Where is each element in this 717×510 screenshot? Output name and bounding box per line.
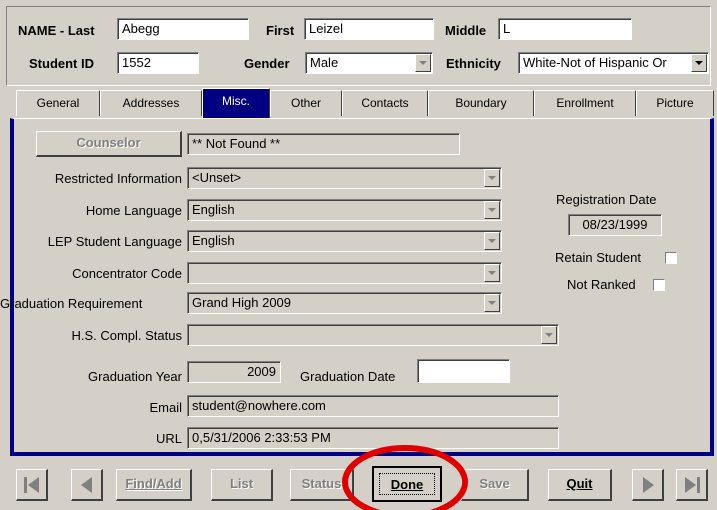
- lep-language-value: English: [192, 233, 235, 248]
- gender-select[interactable]: Male: [305, 52, 433, 74]
- ethnicity-select[interactable]: White-Not of Hispanic Or: [518, 52, 709, 74]
- tab-enrollment[interactable]: Enrollment: [534, 90, 636, 116]
- restricted-info-value: <Unset>: [192, 170, 242, 185]
- first-name-field[interactable]: Leizel: [304, 18, 434, 40]
- restricted-info-label: Restricted Information: [54, 171, 182, 186]
- url-label: URL: [155, 431, 182, 446]
- graduation-date-field[interactable]: [417, 359, 510, 383]
- first-record-icon: [23, 476, 39, 493]
- graduation-requirement-value: Grand High 2009: [192, 295, 292, 310]
- email-field: student@nowhere.com: [187, 395, 559, 417]
- counselor-value-field: ** Not Found **: [187, 133, 460, 155]
- ethnicity-value: White-Not of Hispanic Or: [523, 55, 667, 70]
- student-id-label: Student ID: [29, 56, 94, 71]
- prev-record-icon: [80, 476, 92, 493]
- tab-misc[interactable]: Misc.: [202, 88, 270, 118]
- lep-language-label: LEP Student Language: [47, 234, 182, 249]
- first-label: First: [266, 23, 295, 38]
- tab-picture[interactable]: Picture: [636, 90, 714, 116]
- home-language-value: English: [192, 202, 235, 217]
- prev-record-button[interactable]: [71, 469, 103, 501]
- gender-value: Male: [310, 55, 339, 70]
- chevron-down-icon[interactable]: [484, 201, 500, 219]
- retain-student-checkbox[interactable]: [665, 252, 677, 264]
- hs-compl-status-select[interactable]: [187, 324, 559, 346]
- graduation-requirement-label: Graduation Requirement: [0, 296, 143, 311]
- list-button[interactable]: List: [211, 469, 273, 501]
- lep-language-select[interactable]: English: [187, 230, 502, 252]
- ethnicity-label: Ethnicity: [446, 56, 501, 71]
- chevron-down-icon[interactable]: [415, 54, 431, 72]
- middle-label: Middle: [445, 23, 487, 38]
- tab-addresses[interactable]: Addresses: [100, 90, 202, 116]
- find-add-button[interactable]: Find/Add: [116, 469, 192, 501]
- url-field: 0,5/31/2006 2:33:53 PM: [187, 427, 559, 449]
- retain-student-label: Retain Student: [555, 250, 642, 265]
- graduation-year-field: 2009: [187, 361, 281, 383]
- tab-boundary[interactable]: Boundary: [428, 90, 534, 116]
- email-label: Email: [149, 400, 182, 415]
- not-ranked-checkbox[interactable]: [653, 279, 665, 291]
- tab-contacts[interactable]: Contacts: [342, 90, 428, 116]
- middle-name-field[interactable]: L: [498, 18, 632, 40]
- counselor-button[interactable]: Counselor: [36, 131, 182, 157]
- chevron-down-icon[interactable]: [541, 326, 557, 344]
- save-button[interactable]: Save: [461, 469, 529, 501]
- restricted-info-select[interactable]: <Unset>: [187, 167, 502, 189]
- concentrator-code-select[interactable]: [187, 262, 502, 284]
- registration-date-field: 08/23/1999: [568, 214, 662, 236]
- registration-date-label: Registration Date: [556, 192, 657, 207]
- graduation-year-label: Graduation Year: [88, 369, 182, 384]
- done-button-focus: Done: [379, 473, 435, 495]
- first-record-button[interactable]: [16, 469, 48, 501]
- chevron-down-icon[interactable]: [484, 232, 500, 250]
- status-button[interactable]: Status: [290, 469, 354, 501]
- tab-other[interactable]: Other: [270, 90, 342, 116]
- graduation-requirement-select[interactable]: Grand High 2009: [187, 292, 502, 314]
- chevron-down-icon[interactable]: [484, 264, 500, 282]
- hs-compl-status-label: H.S. Compl. Status: [71, 328, 182, 343]
- next-record-button[interactable]: [632, 469, 664, 501]
- chevron-down-icon[interactable]: [484, 294, 500, 312]
- done-button[interactable]: Done: [372, 466, 442, 502]
- last-record-icon: [684, 476, 700, 493]
- quit-button[interactable]: Quit: [548, 469, 612, 501]
- chevron-down-icon[interactable]: [691, 54, 707, 72]
- next-record-icon: [642, 476, 654, 493]
- student-id-field[interactable]: 1552: [117, 52, 199, 74]
- gender-label: Gender: [244, 56, 290, 71]
- tab-general[interactable]: General: [16, 90, 100, 116]
- home-language-select[interactable]: English: [187, 199, 502, 221]
- last-record-button[interactable]: [676, 469, 708, 501]
- name-last-label: NAME - Last: [18, 23, 95, 38]
- home-language-label: Home Language: [85, 203, 182, 218]
- concentrator-code-label: Concentrator Code: [72, 266, 182, 281]
- not-ranked-label: Not Ranked: [567, 277, 636, 292]
- name-last-field[interactable]: Abegg: [117, 18, 249, 40]
- chevron-down-icon[interactable]: [484, 169, 500, 187]
- graduation-date-label: Graduation Date: [300, 369, 396, 384]
